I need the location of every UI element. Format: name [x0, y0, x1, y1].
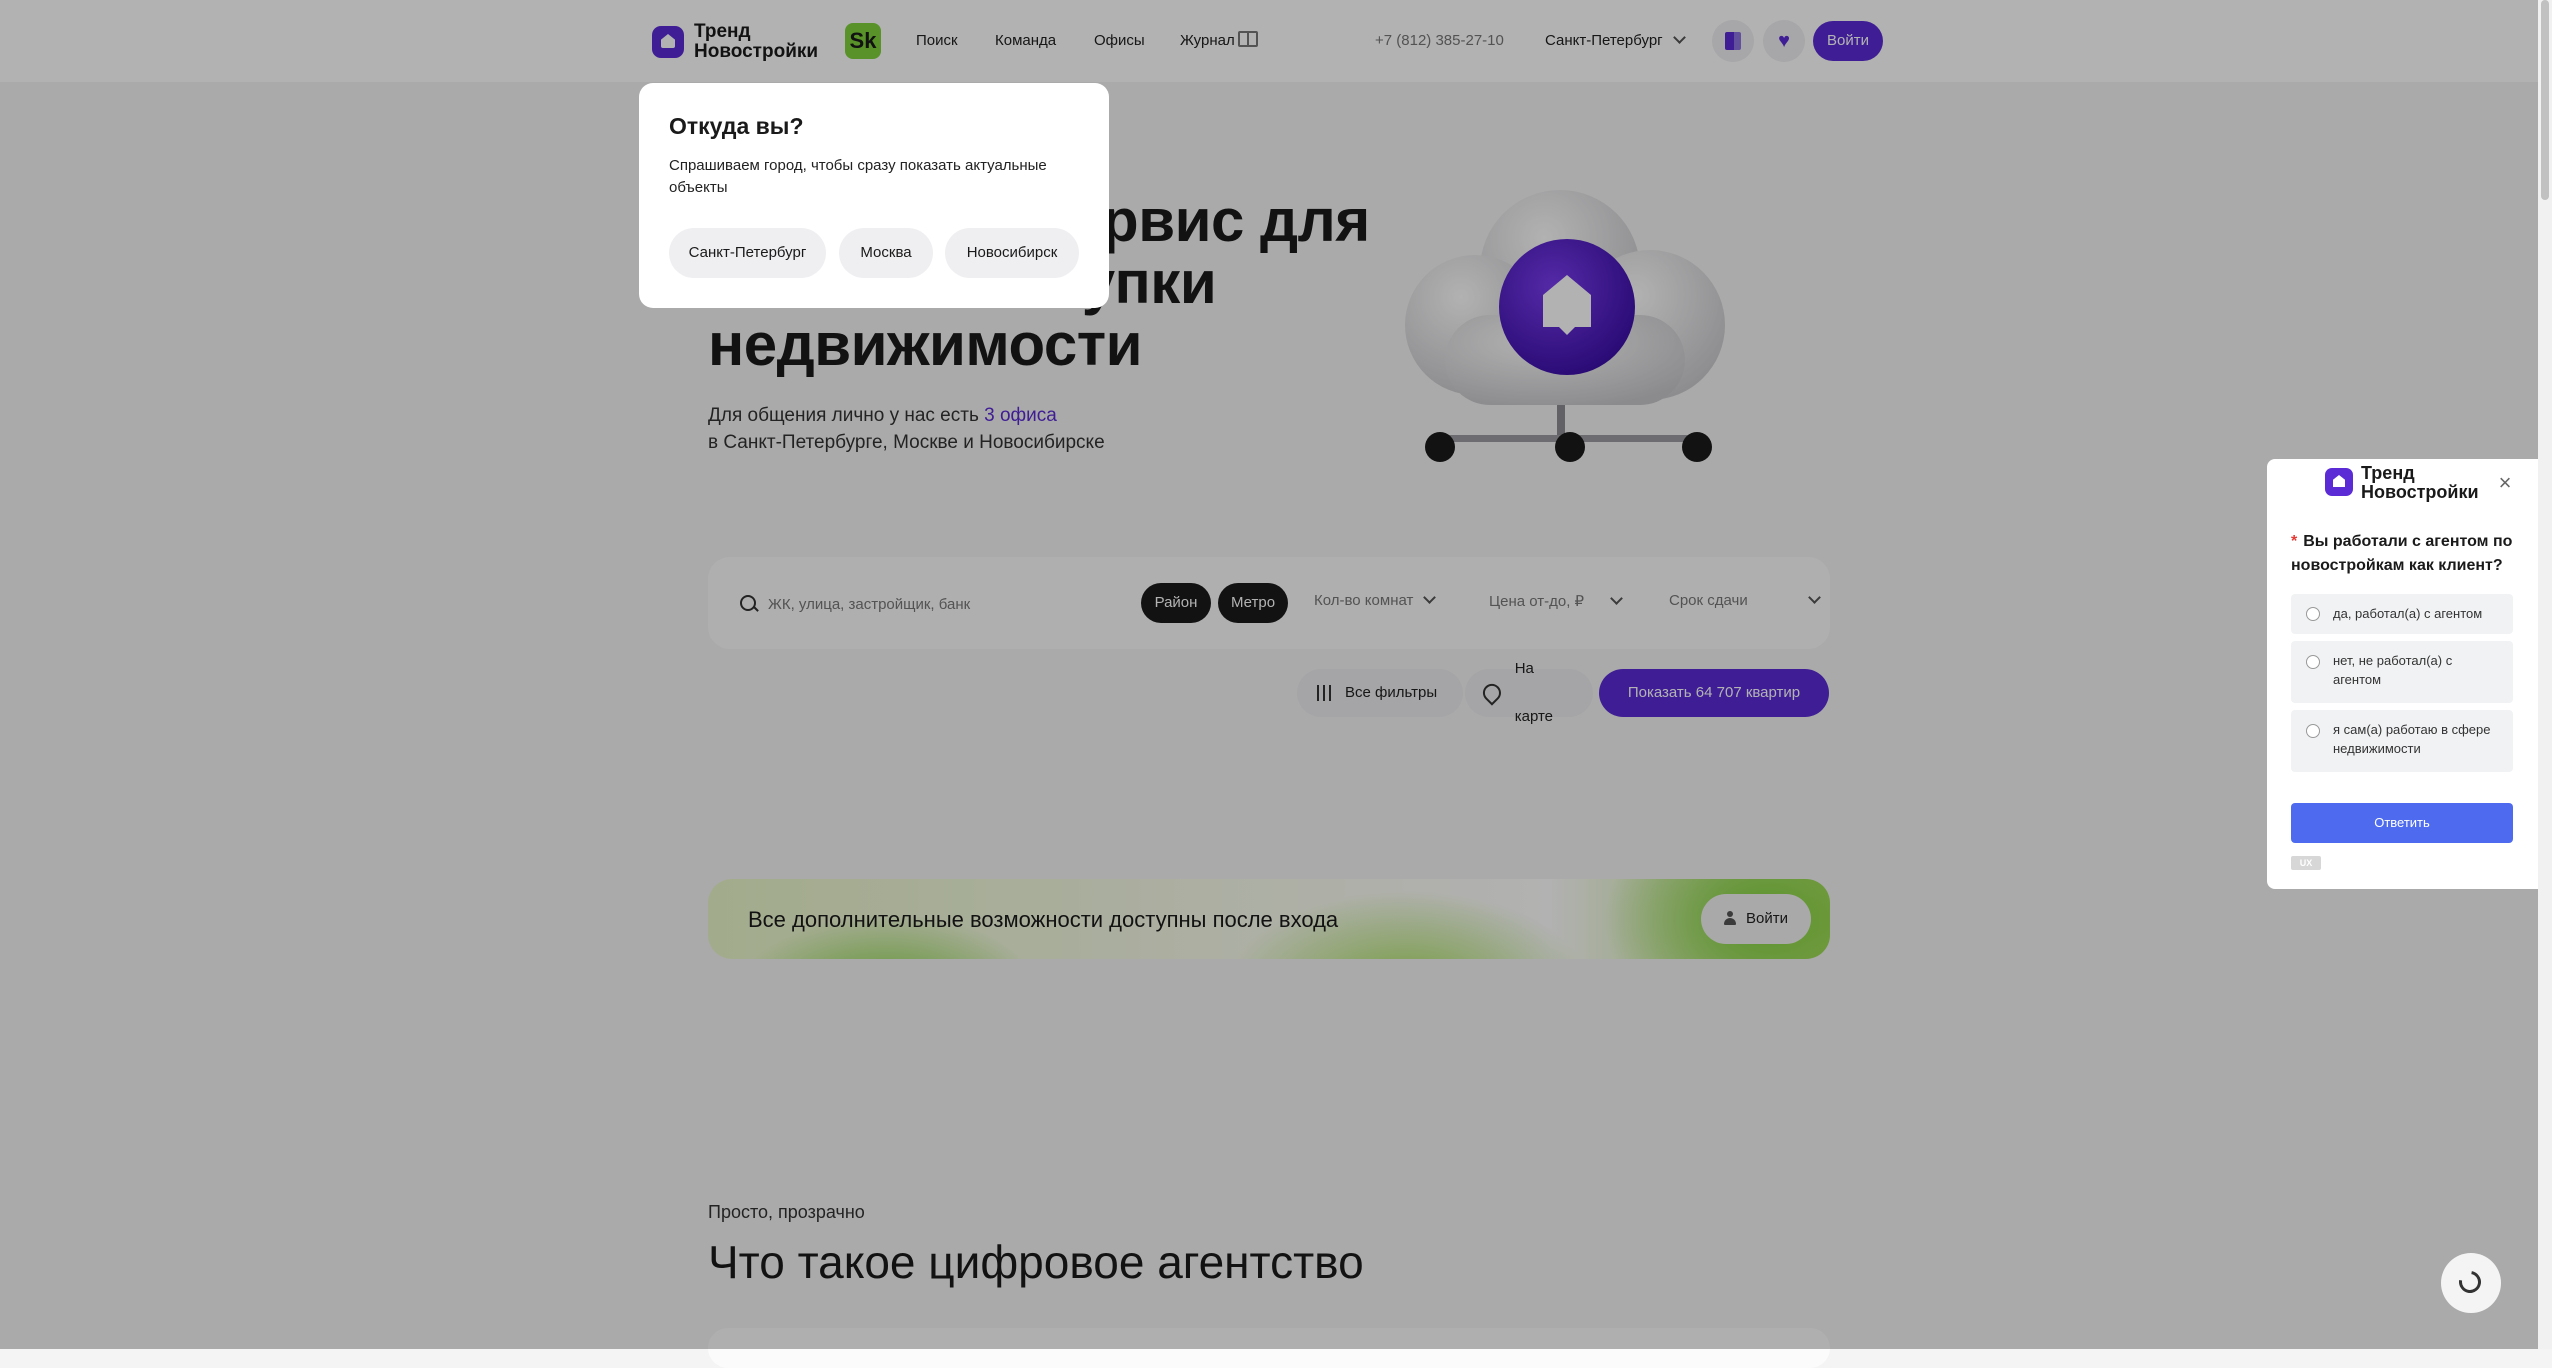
chat-icon [2454, 1266, 2486, 1298]
survey-submit-button[interactable]: Ответить [2291, 803, 2513, 843]
survey-option[interactable]: я сам(а) работаю в сфере недвижимости [2291, 710, 2513, 772]
scrollbar-track[interactable] [2538, 0, 2552, 1349]
survey-option-label: да, работал(а) с агентом [2333, 606, 2483, 621]
survey-option-label: нет, не работал(а) с агентом [2333, 653, 2453, 687]
radio-button[interactable] [2306, 724, 2320, 738]
city-popup-text: Спрашиваем город, чтобы сразу показать а… [669, 157, 1047, 196]
survey-logo-icon [2325, 468, 2353, 496]
survey-question-text: Вы работали с агентом по новостройкам ка… [2291, 533, 2513, 574]
survey-option[interactable]: нет, не работал(а) с агентом [2291, 641, 2513, 703]
survey-brand-logo: UX [2291, 856, 2321, 870]
city-popup-title: Откуда вы? [669, 113, 804, 139]
survey-option[interactable]: да, работал(а) с агентом [2291, 594, 2513, 634]
city-option-novosibirsk[interactable]: Новосибирск [945, 228, 1079, 278]
city-option-spb[interactable]: Санкт-Петербург [669, 228, 826, 278]
scrollbar-thumb[interactable] [2541, 0, 2549, 200]
city-option-moscow[interactable]: Москва [839, 228, 933, 278]
radio-button[interactable] [2306, 607, 2320, 621]
required-marker: * [2291, 533, 2298, 550]
chat-button[interactable] [2441, 1253, 2501, 1313]
modal-overlay[interactable] [0, 0, 2538, 1349]
radio-button[interactable] [2306, 655, 2320, 669]
survey-option-label: я сам(а) работаю в сфере недвижимости [2333, 722, 2491, 756]
close-icon[interactable]: × [2494, 472, 2516, 494]
survey-question: * Вы работали с агентом по новостройкам к… [2291, 530, 2521, 578]
